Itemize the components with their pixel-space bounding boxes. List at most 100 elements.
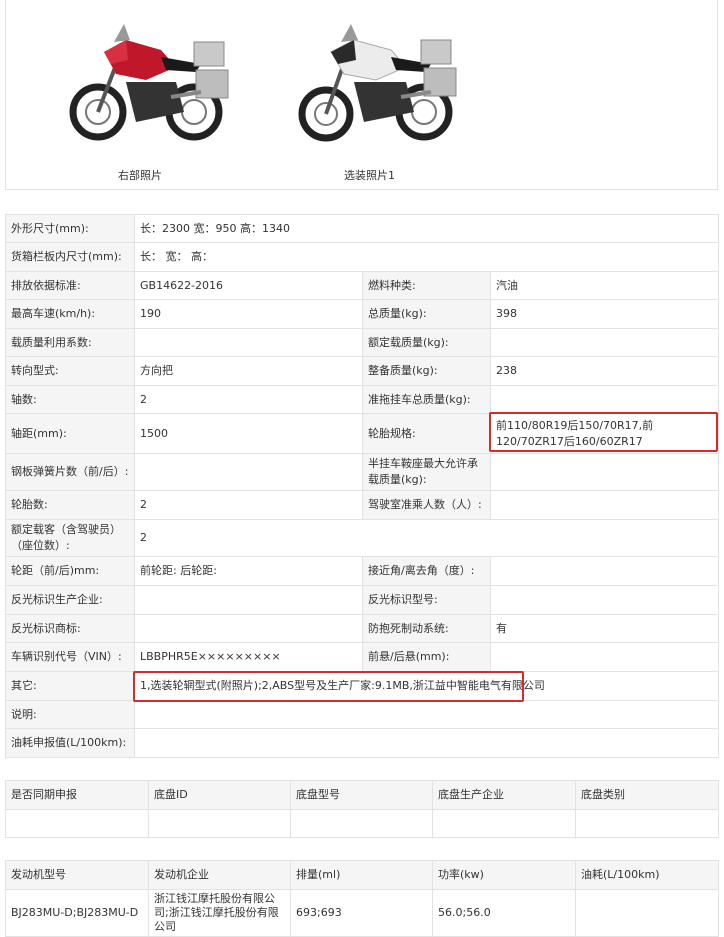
spec-value: 长：2300 宽：950 高：1340	[133, 214, 720, 243]
spec-label: 货箱栏板内尺寸(mm):	[5, 242, 135, 272]
column-header: 排量(ml)	[290, 860, 433, 890]
tire-spec-value: 前110/80R19后150/70R17,前120/70ZR17后160/60Z…	[489, 413, 720, 454]
column-header: 底盘生产企业	[432, 780, 576, 810]
table-cell	[575, 889, 719, 937]
table-row: 车辆识别代号（VIN）: LBBPHR5E××××××××× 前悬/后悬(mm)…	[5, 642, 720, 672]
spec-value: 2	[133, 519, 720, 557]
spec-label: 整备质量(kg):	[362, 356, 491, 386]
spec-label: 驾驶室准乘人数（人）:	[362, 490, 491, 520]
other-info-value: 1,选装轮辋型式(附照片);2,ABS型号及生产厂家:9.1MB,浙江益中智能电…	[133, 671, 720, 701]
spec-label: 说明:	[5, 700, 135, 729]
spec-label: 反光标识商标:	[5, 614, 135, 643]
spec-label: 反光标识生产企业:	[5, 585, 135, 615]
engine-table: 发动机型号 发动机企业 排量(ml) 功率(kw) 油耗(L/100km) BJ…	[5, 860, 719, 937]
table-row: 额定载客（含驾驶员）（座位数）: 2	[5, 519, 720, 557]
spec-value	[489, 328, 720, 357]
table-row: 排放依据标准: GB14622-2016 燃料种类: 汽油	[5, 271, 720, 300]
table-row: 其它: 1,选装轮辋型式(附照片);2,ABS型号及生产厂家:9.1MB,浙江益…	[5, 671, 720, 701]
spec-label: 接近角/离去角（度）:	[362, 556, 491, 586]
spec-label: 轮胎数:	[5, 490, 135, 520]
table-row: 轴数: 2 准拖挂车总质量(kg):	[5, 385, 720, 414]
table-cell: 693;693	[290, 889, 433, 937]
table-cell	[5, 809, 149, 838]
spec-value	[489, 453, 720, 491]
table-row: 载质量利用系数: 额定载质量(kg):	[5, 328, 720, 357]
spec-table: 外形尺寸(mm): 长：2300 宽：950 高：1340 货箱栏板内尺寸(mm…	[5, 214, 720, 758]
spec-value: 238	[489, 356, 720, 386]
table-cell	[290, 809, 433, 838]
table-row: BJ283MU-D;BJ283MU-D 浙江钱江摩托股份有限公司;浙江钱江摩托股…	[5, 889, 719, 937]
spec-label: 排放依据标准:	[5, 271, 135, 300]
motorcycle-red-photo	[69, 24, 229, 141]
table-cell: BJ283MU-D;BJ283MU-D	[5, 889, 149, 937]
column-header: 是否同期申报	[5, 780, 149, 810]
table-row: 钢板弹簧片数（前/后）: 半挂车鞍座最大允许承载质量(kg):	[5, 453, 720, 491]
spec-label: 车辆识别代号（VIN）:	[5, 642, 135, 672]
spec-label: 最高车速(km/h):	[5, 299, 135, 329]
table-row: 外形尺寸(mm): 长：2300 宽：950 高：1340	[5, 214, 720, 243]
table-row	[5, 809, 719, 838]
spec-label: 轮胎规格:	[362, 413, 491, 454]
spec-value	[489, 642, 720, 672]
spec-label: 钢板弹簧片数（前/后）:	[5, 453, 135, 491]
spec-value: 398	[489, 299, 720, 329]
spec-label: 其它:	[5, 671, 135, 701]
spec-label: 额定载客（含驾驶员）（座位数）:	[5, 519, 135, 557]
column-header: 底盘类别	[575, 780, 719, 810]
spec-value: 有	[489, 614, 720, 643]
table-cell	[575, 809, 719, 838]
table-row: 轴距(mm): 1500 轮胎规格: 前110/80R19后150/70R17,…	[5, 413, 720, 454]
spec-value	[133, 700, 720, 729]
table-header-row: 是否同期申报 底盘ID 底盘型号 底盘生产企业 底盘类别	[5, 780, 719, 810]
column-header: 底盘型号	[290, 780, 433, 810]
table-row: 最高车速(km/h): 190 总质量(kg): 398	[5, 299, 720, 329]
spec-value: LBBPHR5E×××××××××	[134, 642, 363, 672]
chassis-table: 是否同期申报 底盘ID 底盘型号 底盘生产企业 底盘类别	[5, 780, 719, 838]
photo-caption-optional: 选装照片1	[344, 169, 395, 182]
spec-label: 准拖挂车总质量(kg):	[362, 385, 491, 414]
column-header: 发动机型号	[5, 860, 149, 890]
spec-value	[489, 385, 720, 414]
photo-caption-right: 右部照片	[118, 169, 162, 182]
spec-value: 2	[134, 385, 363, 414]
spec-label: 载质量利用系数:	[5, 328, 135, 357]
table-row: 轮距（前/后)mm: 前轮距: 后轮距: 接近角/离去角（度）:	[5, 556, 720, 586]
spec-value: 190	[134, 299, 363, 329]
table-cell	[148, 809, 291, 838]
spec-value	[134, 585, 363, 615]
spec-label: 半挂车鞍座最大允许承载质量(kg):	[362, 453, 491, 491]
spec-value: 汽油	[489, 271, 720, 300]
spec-value	[134, 453, 363, 491]
spec-value	[489, 556, 720, 586]
spec-value	[489, 490, 720, 520]
table-row: 反光标识生产企业: 反光标识型号:	[5, 585, 720, 615]
spec-label: 额定载质量(kg):	[362, 328, 491, 357]
spec-label: 转向型式:	[5, 356, 135, 386]
column-header: 底盘ID	[148, 780, 291, 810]
photo-section: 右部照片 选装照片1	[5, 0, 718, 190]
table-cell	[432, 809, 576, 838]
spec-value	[134, 328, 363, 357]
spec-value: GB14622-2016	[134, 271, 363, 300]
table-header-row: 发动机型号 发动机企业 排量(ml) 功率(kw) 油耗(L/100km)	[5, 860, 719, 890]
spec-label: 轮距（前/后)mm:	[5, 556, 135, 586]
table-row: 轮胎数: 2 驾驶室准乘人数（人）:	[5, 490, 720, 520]
spec-value: 长： 宽： 高：	[133, 242, 720, 272]
spec-label: 外形尺寸(mm):	[5, 214, 135, 243]
spec-value: 1500	[134, 413, 363, 454]
column-header: 发动机企业	[148, 860, 291, 890]
spec-value: 前轮距: 后轮距:	[134, 556, 363, 586]
spec-label: 防抱死制动系统:	[362, 614, 491, 643]
column-header: 油耗(L/100km)	[575, 860, 719, 890]
spec-label: 总质量(kg):	[362, 299, 491, 329]
spec-label: 前悬/后悬(mm):	[362, 642, 491, 672]
table-row: 说明:	[5, 700, 720, 729]
table-row: 货箱栏板内尺寸(mm): 长： 宽： 高：	[5, 242, 720, 272]
spec-value: 方向把	[134, 356, 363, 386]
spec-value	[133, 728, 720, 758]
column-header: 功率(kw)	[432, 860, 576, 890]
spec-value	[489, 585, 720, 615]
table-row: 油耗申报值(L/100km):	[5, 728, 720, 758]
table-cell: 浙江钱江摩托股份有限公司;浙江钱江摩托股份有限公司	[148, 889, 291, 937]
table-cell: 56.0;56.0	[432, 889, 576, 937]
